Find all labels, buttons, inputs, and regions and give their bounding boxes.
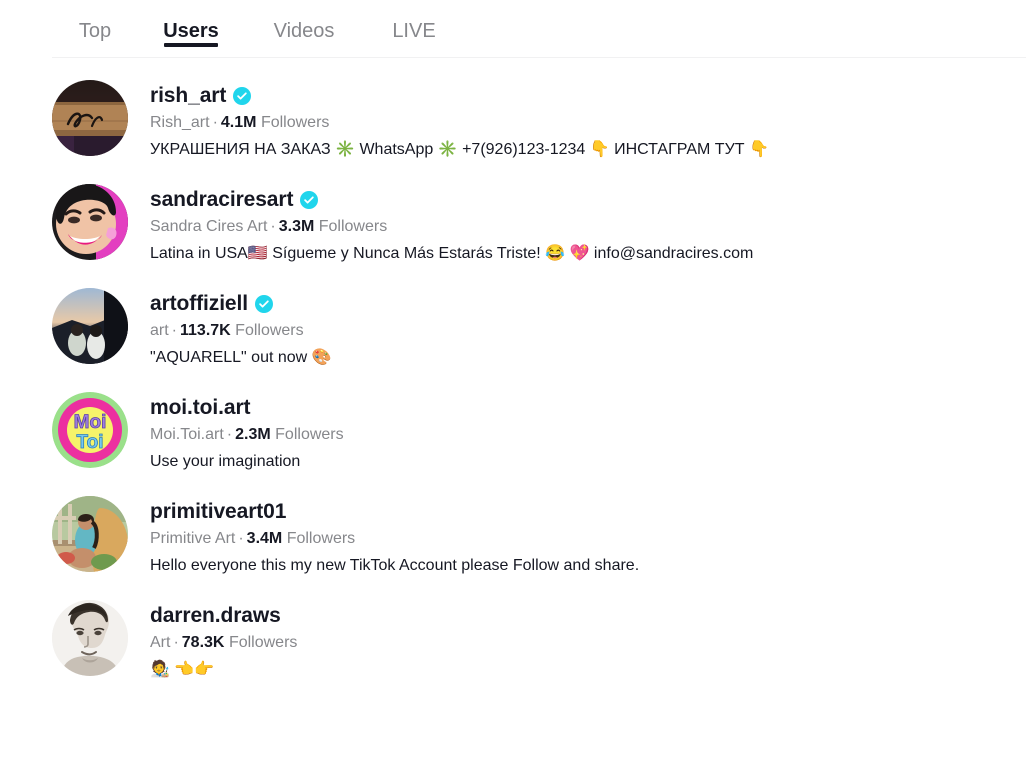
user-meta: art · 113.7K Followers	[150, 319, 332, 343]
display-name: art	[150, 322, 169, 339]
user-info: darren.draws Art · 78.3K Followers 🧑‍🎨 👈👉	[128, 600, 297, 682]
meta-separator: ·	[212, 114, 218, 131]
user-meta: Rish_art · 4.1M Followers	[150, 111, 769, 135]
verified-badge-icon	[233, 86, 252, 105]
user-handle-line: artoffiziell	[150, 291, 332, 316]
followers-label: Followers	[275, 426, 344, 443]
avatar[interactable]: Moi Toi	[52, 392, 128, 468]
avatar[interactable]	[52, 496, 128, 572]
user-description: Hello everyone this my new TikTok Accoun…	[150, 557, 640, 574]
display-name: Rish_art	[150, 114, 210, 131]
user-handle[interactable]: rish_art	[150, 83, 226, 108]
tab-top[interactable]: Top	[52, 0, 138, 42]
verified-badge-icon	[300, 190, 319, 209]
verified-badge-icon	[254, 294, 273, 313]
user-handle-line: moi.toi.art	[150, 395, 344, 420]
user-description: Latina in USA🇺🇸 Sígueme y Nunca Más Esta…	[150, 245, 754, 262]
avatar[interactable]	[52, 600, 128, 676]
followers-label: Followers	[228, 634, 298, 651]
user-info: moi.toi.art Moi.Toi.art · 2.3M Followers Use…	[128, 392, 344, 474]
search-result-tabs: Top Users Videos LIVE	[0, 0, 1026, 58]
user-description: Use your imagination	[150, 453, 301, 470]
user-result-row[interactable]: Moi Toi moi.toi.art Moi.Toi.art · 2.3M Follow…	[0, 381, 1026, 485]
svg-text:Toi: Toi	[76, 432, 103, 453]
user-handle-line: primitiveart01	[150, 499, 639, 524]
user-result-row[interactable]: primitiveart01 Primitive Art · 3.4M Followe…	[0, 485, 1026, 589]
meta-separator: ·	[173, 634, 179, 651]
user-description: "AQUARELL" out now 🎨	[150, 349, 332, 366]
user-handle[interactable]: moi.toi.art	[150, 395, 251, 420]
meta-separator: ·	[238, 530, 244, 547]
user-meta: Moi.Toi.art · 2.3M Followers	[150, 423, 344, 447]
avatar[interactable]	[52, 184, 128, 260]
display-name: Sandra Cires Art	[150, 218, 268, 235]
user-handle[interactable]: artoffiziell	[150, 291, 248, 316]
user-description: 🧑‍🎨 👈👉	[150, 661, 215, 678]
user-description: УКРАШЕНИЯ НА ЗАКАЗ ✳️ WhatsApp ✳️ +7(926…	[150, 141, 769, 158]
followers-label: Followers	[235, 322, 304, 339]
tab-users[interactable]: Users	[138, 0, 244, 42]
meta-separator: ·	[270, 218, 276, 235]
user-handle[interactable]: primitiveart01	[150, 499, 286, 524]
user-meta: Art · 78.3K Followers	[150, 631, 297, 655]
followers-label: Followers	[260, 114, 330, 131]
avatar[interactable]	[52, 288, 128, 364]
tab-videos[interactable]: Videos	[244, 0, 364, 42]
user-handle-line: darren.draws	[150, 603, 297, 628]
display-name: Art	[150, 634, 171, 651]
user-meta: Primitive Art · 3.4M Followers	[150, 527, 639, 551]
followers-label: Followers	[318, 218, 388, 235]
display-name: Moi.Toi.art	[150, 426, 224, 443]
tab-live[interactable]: LIVE	[364, 0, 464, 42]
user-info: artoffiziell art · 113.7K Followers "AQUAREL…	[128, 288, 332, 370]
meta-separator: ·	[226, 426, 233, 443]
follower-count: 78.3K	[181, 634, 225, 651]
display-name: Primitive Art	[150, 530, 236, 547]
user-handle-line: sandraciresart	[150, 187, 753, 212]
user-info: rish_art Rish_art · 4.1M Followers УКРАШЕНИЯ…	[128, 80, 769, 162]
follower-count: 4.1M	[220, 114, 257, 131]
user-result-row[interactable]: sandraciresart Sandra Cires Art · 3.3M Foll…	[0, 173, 1026, 277]
follower-count: 3.4M	[246, 530, 283, 547]
svg-text:Moi: Moi	[74, 412, 107, 433]
user-result-row[interactable]: rish_art Rish_art · 4.1M Followers УКРАШЕНИЯ…	[0, 69, 1026, 173]
user-result-row[interactable]: artoffiziell art · 113.7K Followers "AQUAREL…	[0, 277, 1026, 381]
follower-count: 2.3M	[235, 426, 271, 443]
user-info: sandraciresart Sandra Cires Art · 3.3M Foll…	[128, 184, 753, 266]
avatar[interactable]	[52, 80, 128, 156]
follower-count: 3.3M	[278, 218, 315, 235]
user-info: primitiveart01 Primitive Art · 3.4M Followe…	[128, 496, 639, 578]
followers-label: Followers	[286, 530, 356, 547]
user-meta: Sandra Cires Art · 3.3M Followers	[150, 215, 753, 239]
follower-count: 113.7K	[180, 322, 231, 339]
user-result-row[interactable]: darren.draws Art · 78.3K Followers 🧑‍🎨 👈👉	[0, 589, 1026, 693]
user-handle[interactable]: sandraciresart	[150, 187, 293, 212]
user-result-list: rish_art Rish_art · 4.1M Followers УКРАШЕНИЯ…	[0, 58, 1026, 693]
user-handle[interactable]: darren.draws	[150, 603, 281, 628]
meta-separator: ·	[171, 322, 177, 339]
user-handle-line: rish_art	[150, 83, 769, 108]
